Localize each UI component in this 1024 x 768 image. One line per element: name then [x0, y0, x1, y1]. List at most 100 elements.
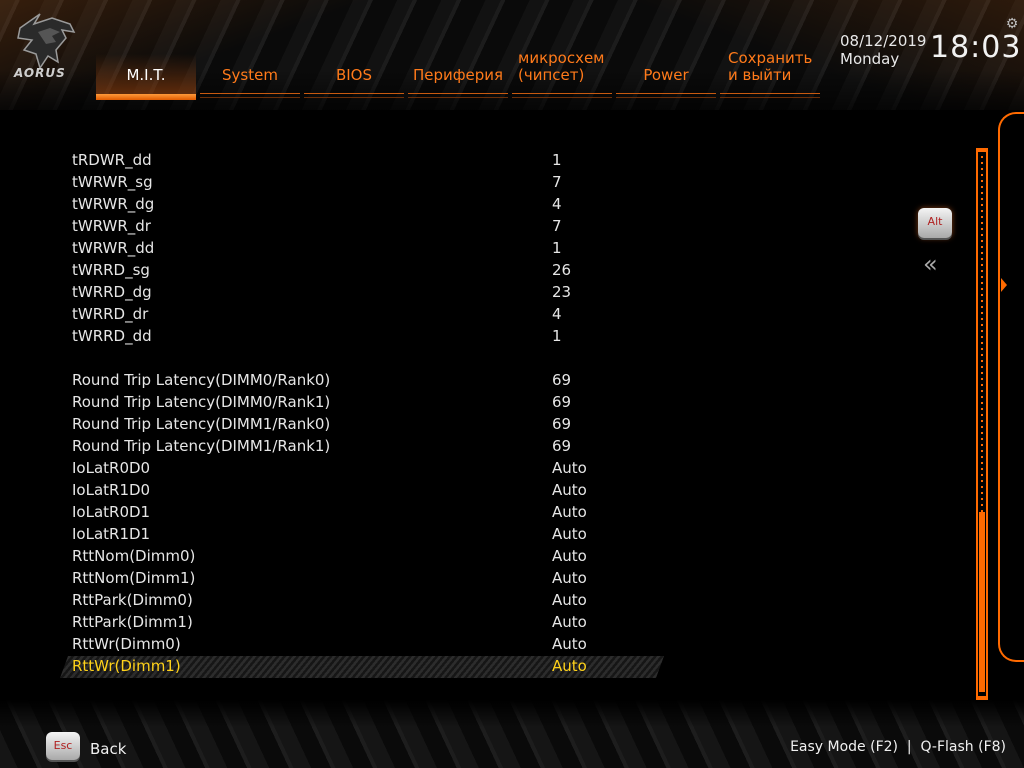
- setting-row[interactable]: tRDWR_dd 1: [72, 149, 662, 171]
- setting-row[interactable]: tWRRD_sg 26: [72, 259, 662, 281]
- setting-value[interactable]: 1: [552, 237, 562, 259]
- setting-value[interactable]: Auto: [552, 611, 587, 633]
- footer-shortcuts[interactable]: Easy Mode (F2) | Q-Flash (F8): [790, 739, 1006, 755]
- setting-value[interactable]: 4: [552, 303, 562, 325]
- setting-value[interactable]: Auto: [552, 589, 587, 611]
- setting-name: IoLatR1D0: [72, 481, 151, 499]
- setting-name: tWRWR_dd: [72, 239, 155, 257]
- settings-list: tRDWR_dd 1 tWRWR_sg 7 tWRWR_dg 4 tWRWR_dr 7 …: [59, 149, 665, 678]
- setting-name: IoLatR0D0: [72, 459, 151, 477]
- back-label[interactable]: Back: [90, 740, 126, 758]
- setting-value[interactable]: Auto: [552, 567, 587, 589]
- esc-key-button[interactable]: Esc: [46, 732, 80, 760]
- tab-label-line2: и выйти: [728, 66, 792, 84]
- setting-value[interactable]: Auto: [552, 479, 587, 501]
- tab-label: Периферия: [412, 66, 504, 84]
- setting-value[interactable]: Auto: [552, 655, 587, 677]
- setting-row[interactable]: RttWr(Dimm0) Auto: [72, 633, 662, 655]
- setting-row[interactable]: Round Trip Latency(DIMM0/Rank1) 69: [72, 391, 662, 413]
- setting-name: Round Trip Latency(DIMM0/Rank1): [72, 393, 331, 411]
- setting-value[interactable]: Auto: [552, 457, 587, 479]
- side-panel-tab[interactable]: [998, 112, 1024, 662]
- clock: 18:03: [930, 30, 1022, 65]
- tab-underline: [512, 93, 612, 94]
- tab-label: BIOS: [335, 66, 373, 84]
- setting-row[interactable]: IoLatR1D0 Auto: [72, 479, 662, 501]
- setting-value[interactable]: Auto: [552, 501, 587, 523]
- day-text: Monday: [840, 50, 900, 68]
- tab-underline: [616, 97, 716, 98]
- setting-name: RttNom(Dimm0): [72, 547, 196, 565]
- tab-underline: [200, 93, 300, 94]
- tab-save-exit[interactable]: Сохранить и выйти: [720, 48, 820, 98]
- tab-underline: [720, 97, 820, 98]
- setting-value[interactable]: 23: [552, 281, 571, 303]
- setting-name: tWRWR_sg: [72, 173, 153, 191]
- tab-label-line1: Сохранить: [728, 49, 813, 67]
- setting-name: tRDWR_dd: [72, 151, 152, 169]
- setting-name: RttWr(Dimm0): [72, 635, 181, 653]
- setting-row[interactable]: Round Trip Latency(DIMM1/Rank0) 69: [72, 413, 662, 435]
- footer-background: [0, 700, 1024, 768]
- setting-value[interactable]: 69: [552, 435, 571, 457]
- scrollbar-track-dots: [981, 156, 983, 512]
- double-chevron-left-icon[interactable]: «: [923, 252, 938, 276]
- setting-row[interactable]: RttPark(Dimm1) Auto: [72, 611, 662, 633]
- setting-row[interactable]: tWRWR_dd 1: [72, 237, 662, 259]
- alt-key-button[interactable]: Alt: [918, 208, 952, 238]
- setting-row[interactable]: RttPark(Dimm0) Auto: [72, 589, 662, 611]
- setting-value[interactable]: 69: [552, 369, 571, 391]
- setting-value[interactable]: 1: [552, 149, 562, 171]
- tab-underline: [720, 93, 820, 94]
- tab-label: Сохранить и выйти: [728, 50, 812, 84]
- setting-value[interactable]: Auto: [552, 523, 587, 545]
- setting-name: IoLatR0D1: [72, 503, 151, 521]
- setting-row[interactable]: tWRWR_dg 4: [72, 193, 662, 215]
- setting-row[interactable]: RttNom(Dimm1) Auto: [72, 567, 662, 589]
- setting-row[interactable]: tWRRD_dg 23: [72, 281, 662, 303]
- setting-row-selected[interactable]: RttWr(Dimm1) Auto: [59, 655, 665, 678]
- tab-mit[interactable]: M.I.T.: [96, 54, 196, 100]
- setting-value[interactable]: 26: [552, 259, 571, 281]
- setting-row[interactable]: tWRRD_dd 1: [72, 325, 662, 347]
- setting-value[interactable]: Auto: [552, 633, 587, 655]
- setting-row[interactable]: tWRWR_sg 7: [72, 171, 662, 193]
- setting-row[interactable]: Round Trip Latency(DIMM1/Rank1) 69: [72, 435, 662, 457]
- gear-icon[interactable]: ⚙: [1004, 16, 1020, 32]
- tab-label: микросхем (чипсет): [518, 50, 605, 84]
- setting-row[interactable]: IoLatR1D1 Auto: [72, 523, 662, 545]
- setting-value[interactable]: 7: [552, 215, 562, 237]
- logo-text: AORUS: [14, 66, 66, 80]
- setting-value[interactable]: 4: [552, 193, 562, 215]
- tab-underline: [616, 93, 716, 94]
- setting-value[interactable]: Auto: [552, 545, 587, 567]
- setting-value[interactable]: 1: [552, 325, 562, 347]
- side-panel-arrow-icon[interactable]: [1001, 278, 1007, 292]
- tab-power[interactable]: Power: [616, 54, 716, 98]
- setting-row[interactable]: IoLatR0D1 Auto: [72, 501, 662, 523]
- tab-label: Power: [643, 66, 689, 84]
- tab-peripherals[interactable]: Периферия: [408, 54, 508, 98]
- setting-value[interactable]: 7: [552, 171, 562, 193]
- setting-name: RttPark(Dimm1): [72, 613, 193, 631]
- setting-row[interactable]: RttNom(Dimm0) Auto: [72, 545, 662, 567]
- setting-name: tWRRD_dg: [72, 283, 152, 301]
- date-display: 08/12/2019 Monday: [840, 32, 926, 68]
- setting-row[interactable]: Round Trip Latency(DIMM0/Rank0) 69: [72, 369, 662, 391]
- setting-name: Round Trip Latency(DIMM0/Rank0): [72, 371, 331, 389]
- scrollbar-thumb[interactable]: [979, 512, 985, 692]
- setting-row[interactable]: IoLatR0D0 Auto: [72, 457, 662, 479]
- tab-system[interactable]: System: [200, 54, 300, 98]
- tab-label-line1: микросхем: [518, 49, 605, 67]
- setting-row[interactable]: tWRWR_dr 7: [72, 215, 662, 237]
- setting-name: RttNom(Dimm1): [72, 569, 196, 587]
- setting-name: IoLatR1D1: [72, 525, 151, 543]
- setting-row[interactable]: tWRRD_dr 4: [72, 303, 662, 325]
- tab-label-line2: (чипсет): [518, 66, 585, 84]
- tab-chipset[interactable]: микросхем (чипсет): [512, 48, 612, 98]
- setting-value[interactable]: 69: [552, 413, 571, 435]
- tab-bios[interactable]: BIOS: [304, 54, 404, 98]
- tab-underline: [200, 97, 300, 98]
- setting-value[interactable]: 69: [552, 391, 571, 413]
